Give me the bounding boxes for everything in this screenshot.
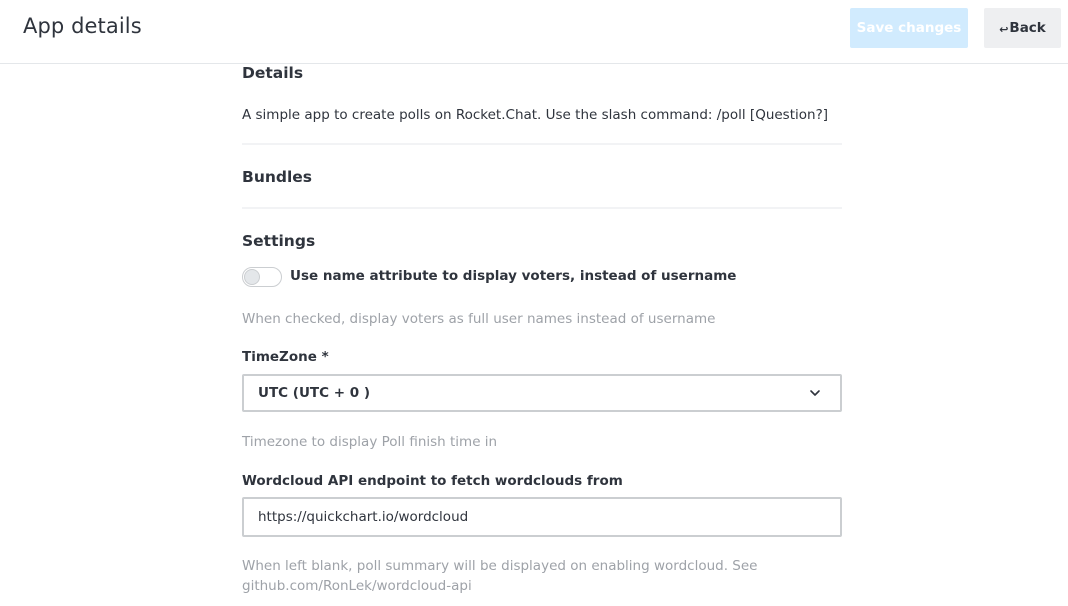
toggle-knob — [244, 269, 260, 285]
chevron-down-icon — [810, 390, 820, 396]
page-title: App details — [23, 14, 142, 38]
timezone-selected-value: UTC (UTC + 0 ) — [258, 385, 371, 401]
app-description: A simple app to create polls on Rocket.C… — [242, 107, 829, 123]
divider — [242, 207, 842, 209]
back-button-label: Back — [1009, 20, 1046, 36]
app-header: App details Save changes ↩ Back — [0, 0, 1068, 64]
bundles-section-title: Bundles — [242, 168, 313, 186]
timezone-hint: Timezone to display Poll finish time in — [242, 434, 498, 450]
timezone-select[interactable]: UTC (UTC + 0 ) — [242, 374, 842, 412]
wordcloud-hint: When left blank, poll summary will be di… — [242, 558, 758, 594]
back-arrow-icon: ↩ — [999, 22, 1009, 36]
settings-section-title: Settings — [242, 232, 316, 250]
save-changes-button[interactable]: Save changes — [850, 8, 968, 48]
wordcloud-endpoint-label: Wordcloud API endpoint to fetch wordclou… — [242, 473, 623, 489]
wordcloud-endpoint-input[interactable] — [242, 497, 842, 537]
voters-name-toggle[interactable] — [242, 267, 282, 287]
voters-name-toggle-label: Use name attribute to display voters, in… — [290, 268, 737, 284]
divider — [242, 143, 842, 145]
back-button[interactable]: ↩ Back — [984, 8, 1061, 48]
voters-name-hint: When checked, display voters as full use… — [242, 311, 716, 327]
timezone-label: TimeZone * — [242, 349, 329, 365]
details-section-title: Details — [242, 64, 304, 82]
